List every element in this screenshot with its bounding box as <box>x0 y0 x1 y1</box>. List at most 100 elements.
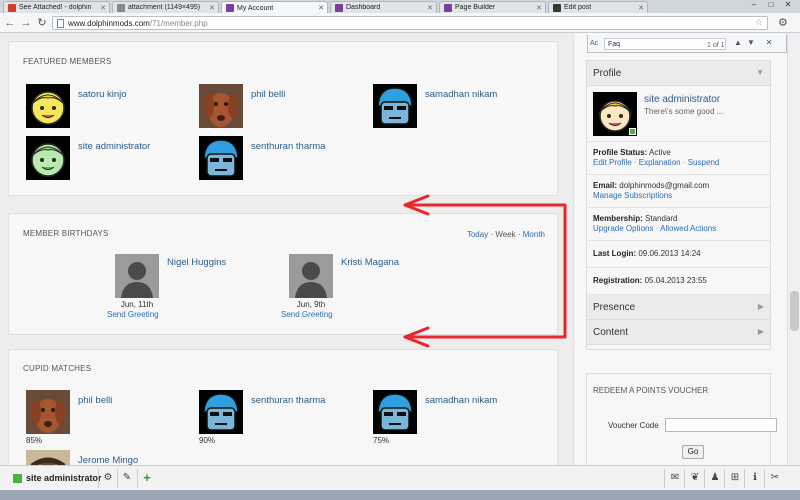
chevron-right-icon[interactable]: ▶ <box>758 302 764 311</box>
maximize-icon[interactable]: □ <box>763 0 779 9</box>
voucher-widget: REDEEM A POINTS VOUCHER Voucher Code Go <box>586 373 777 465</box>
match-percent: 75% <box>373 436 390 445</box>
tab-dashboard[interactable]: Dashboard ✕ <box>330 1 437 13</box>
chevron-down-icon[interactable]: ▼ <box>756 68 764 77</box>
avatar[interactable] <box>373 390 417 434</box>
match-card[interactable]: Jerome Mingo <box>26 450 196 465</box>
divider <box>664 469 665 488</box>
send-greeting-link[interactable]: Send Greeting <box>281 310 333 319</box>
voucher-code-input[interactable] <box>665 418 777 432</box>
send-greeting-link[interactable]: Send Greeting <box>107 310 159 319</box>
tab-see-attached[interactable]: See Attached! - dolphin ✕ <box>3 1 110 13</box>
online-status-icon <box>629 128 636 135</box>
match-card[interactable]: senthuran tharma 90% <box>199 390 369 446</box>
member-name[interactable]: Kristi Magana <box>341 257 399 268</box>
panel-title: MEMBER BIRTHDAYS <box>23 229 109 238</box>
member-card[interactable]: phil belli <box>199 84 359 130</box>
close-icon[interactable]: ✕ <box>536 4 542 12</box>
member-name[interactable]: site administrator <box>78 141 150 152</box>
bookmark-star-icon[interactable]: ☆ <box>755 17 763 28</box>
find-close-icon[interactable]: ✕ <box>764 38 774 47</box>
member-name[interactable]: phil belli <box>251 89 285 100</box>
page-icon <box>57 18 64 28</box>
member-name[interactable]: samadhan nikam <box>425 89 497 100</box>
close-icon[interactable]: ✕ <box>318 4 324 12</box>
content-label: Content <box>593 326 629 338</box>
match-card[interactable]: samadhan nikam 75% <box>373 390 543 446</box>
scrollbar-thumb[interactable] <box>790 291 799 331</box>
avatar[interactable] <box>593 92 637 136</box>
avatar[interactable] <box>26 136 70 180</box>
membership-section: Membership: Standard Upgrade Options · A… <box>587 208 770 241</box>
avatar[interactable] <box>199 84 243 128</box>
edit-icon[interactable]: ✎ <box>120 471 134 485</box>
member-card[interactable]: site administrator <box>26 136 196 182</box>
content-header[interactable]: Content ▶ <box>587 320 770 345</box>
image-icon <box>117 3 125 12</box>
info-icon[interactable]: ℹ <box>748 471 762 485</box>
member-card[interactable]: senthuran tharma <box>199 136 369 182</box>
profile-status-value: Active <box>649 148 671 157</box>
member-name[interactable]: satoru kinjo <box>78 89 127 100</box>
avatar[interactable] <box>289 254 333 298</box>
cart-icon[interactable]: ⊞ <box>728 471 742 485</box>
explanation-link[interactable]: Explanation <box>639 158 681 167</box>
presence-header[interactable]: Presence ▶ <box>587 295 770 320</box>
mail-icon[interactable]: ✉ <box>668 471 682 485</box>
window-close-icon[interactable]: ✕ <box>780 0 796 9</box>
voucher-go-button[interactable]: Go <box>682 445 704 459</box>
avatar[interactable] <box>26 390 70 434</box>
member-name[interactable]: senthuran tharma <box>251 141 325 152</box>
address-bar[interactable]: www.dolphinmods.com/71/member.php ☆ <box>52 16 768 30</box>
find-next-icon[interactable]: ▼ <box>746 38 756 47</box>
birthday-filter-week[interactable]: Week <box>495 230 515 239</box>
reload-icon[interactable]: ↻ <box>35 16 49 30</box>
member-name[interactable]: senthuran tharma <box>251 395 325 406</box>
member-name[interactable]: Jerome Mingo <box>78 455 138 465</box>
birthday-filter-month[interactable]: Month <box>523 230 545 239</box>
chevron-right-icon[interactable]: ▶ <box>758 327 764 336</box>
suspend-link[interactable]: Suspend <box>688 158 720 167</box>
edit-profile-link[interactable]: Edit Profile <box>593 158 632 167</box>
avatar[interactable] <box>26 450 70 465</box>
tab-edit-post[interactable]: Edit post ✕ <box>548 1 648 13</box>
member-name[interactable]: phil belli <box>78 395 112 406</box>
tab-page-builder[interactable]: Page Builder ✕ <box>439 1 546 13</box>
avatar[interactable] <box>115 254 159 298</box>
close-icon[interactable]: ✕ <box>209 4 215 12</box>
member-name[interactable]: Nigel Huggins <box>167 257 226 268</box>
close-icon[interactable]: ✕ <box>100 4 106 12</box>
avatar[interactable] <box>199 390 243 434</box>
birthday-filter-today[interactable]: Today <box>467 230 488 239</box>
field-label: Last Login: <box>593 249 637 258</box>
allowed-actions-link[interactable]: Allowed Actions <box>660 224 716 233</box>
forward-icon[interactable]: → <box>19 16 33 30</box>
close-icon[interactable]: ✕ <box>427 4 433 12</box>
gear-icon[interactable]: ⚙ <box>101 471 115 485</box>
member-name[interactable]: samadhan nikam <box>425 395 497 406</box>
back-icon[interactable]: ← <box>3 16 17 30</box>
upgrade-options-link[interactable]: Upgrade Options <box>593 224 653 233</box>
wrench-icon[interactable]: ⚙ <box>778 16 788 29</box>
close-icon[interactable]: ✕ <box>638 4 644 12</box>
twitter-icon[interactable]: ❦ <box>688 471 702 485</box>
page-scrollbar[interactable] <box>787 33 800 465</box>
find-input[interactable]: Faq 1 of 1 <box>604 38 726 50</box>
tab-label: Page Builder <box>455 4 496 11</box>
match-card[interactable]: phil belli 85% <box>26 390 186 446</box>
member-card[interactable]: samadhan nikam <box>373 84 543 130</box>
find-previous-icon[interactable]: ▲ <box>733 38 743 47</box>
person-icon[interactable]: ♟ <box>708 471 722 485</box>
avatar[interactable] <box>373 84 417 128</box>
tab-attachment[interactable]: attachment (1149×495) ✕ <box>112 1 219 13</box>
toolbar-user[interactable]: site administrator <box>13 473 102 483</box>
manage-subscriptions-link[interactable]: Manage Subscriptions <box>593 191 672 200</box>
avatar[interactable] <box>26 84 70 128</box>
minimize-icon[interactable]: – <box>746 0 762 9</box>
wrench-icon[interactable]: ✂ <box>768 471 782 485</box>
add-icon[interactable]: + <box>140 471 154 485</box>
profile-header[interactable]: Profile ▼ <box>587 61 770 86</box>
member-card[interactable]: satoru kinjo <box>26 84 186 130</box>
avatar[interactable] <box>199 136 243 180</box>
profile-name[interactable]: site administrator <box>644 94 720 105</box>
